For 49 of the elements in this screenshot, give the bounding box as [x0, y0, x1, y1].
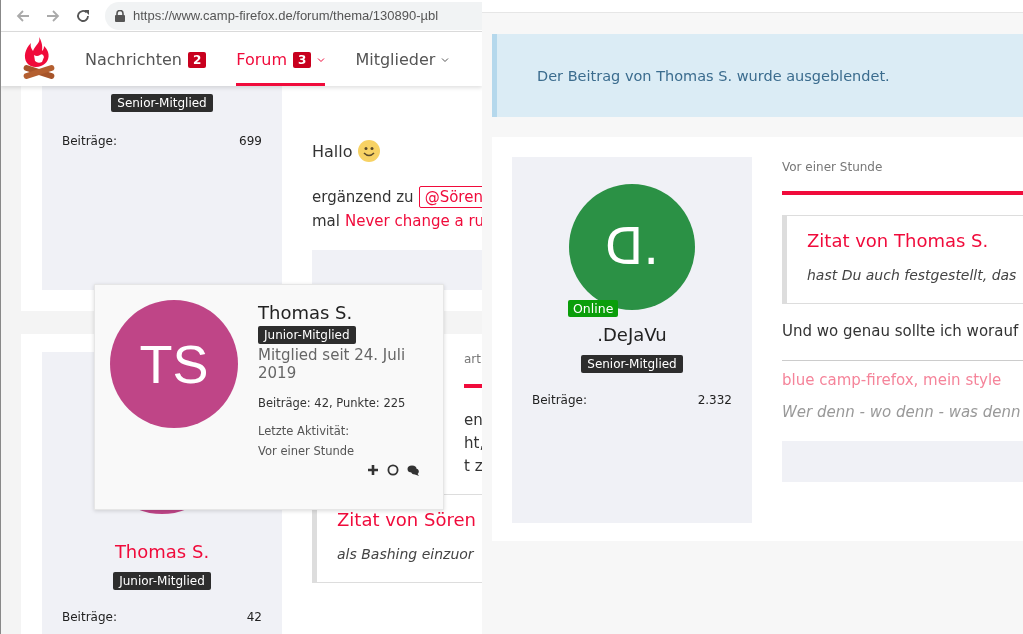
post-text: Hallo — [312, 141, 353, 161]
count-badge: 2 — [187, 51, 207, 68]
stat-label: Beiträge: — [62, 134, 117, 148]
stat-label: Beiträge: — [62, 610, 117, 624]
rank-label: Junior-Mitglied — [258, 326, 356, 344]
stat-value: 42 — [246, 610, 262, 624]
nav-tab[interactable]: Mitglieder — [355, 32, 450, 86]
circle-icon[interactable] — [387, 464, 399, 476]
back-icon — [15, 7, 31, 24]
quote-title: Zitat von Thomas S. — [807, 230, 990, 251]
reload-icon — [75, 7, 91, 24]
username[interactable]: Thomas S. — [114, 541, 210, 562]
activity-label: Letzte Aktivität: — [258, 424, 350, 438]
rank-label: Senior-Mitglied — [111, 94, 213, 112]
notice-text: Der Beitrag von Thomas S. wurde ausgeblendet. — [537, 67, 890, 84]
stat-label: Beiträge: — [532, 393, 587, 407]
post-text: ht, — [464, 433, 482, 454]
signature-text: blue camp-firefox, mein style — [782, 371, 1003, 389]
count-badge: 3 — [293, 51, 312, 68]
post-link[interactable]: Never change a ru — [345, 212, 482, 230]
nav-tab[interactable]: Nachrichten 2 — [85, 32, 207, 86]
quote-text: als Bashing einzuor — [337, 546, 475, 562]
online-badge: Online — [568, 300, 619, 317]
quote-text: hast Du auch festgestellt, das — [807, 267, 1018, 283]
rank-label: Senior-Mitglied — [581, 355, 683, 373]
lock-icon — [115, 9, 125, 22]
avatar: TS — [110, 300, 238, 428]
plus-icon[interactable] — [367, 464, 379, 476]
rank-label: Junior-Mitglied — [113, 572, 211, 590]
post-text: en — [464, 410, 482, 431]
smiley-icon — [357, 140, 380, 162]
post-text: t z — [464, 456, 482, 477]
stat-value: 2.332 — [697, 393, 732, 407]
signature-quote: Wer denn - wo denn - was denn — [782, 403, 1022, 421]
address-bar[interactable]: https://www.camp-firefox.de/forum/thema/130890-µbl — [105, 1, 482, 30]
post-text: Und wo genau sollte ich worauf — [782, 322, 1020, 340]
comments-icon[interactable] — [407, 464, 419, 476]
user-stats: Beiträge: 42, Punkte: 225 — [258, 396, 406, 410]
post-time: art — [464, 352, 481, 366]
activity-time: Vor einer Stunde — [258, 444, 355, 458]
forward-icon — [45, 7, 61, 24]
post-text: mal — [312, 212, 340, 230]
post-text: ergänzend zu — [312, 188, 414, 206]
quote-title: Zitat von Sören — [337, 509, 477, 530]
username[interactable]: Thomas S. — [258, 302, 353, 323]
post-time: Vor einer Stunde — [782, 160, 884, 174]
member-since: Mitglied seit 24. Juli 2019 — [258, 346, 407, 382]
username[interactable]: .DeJaVu — [597, 324, 667, 345]
stat-value: 699 — [239, 134, 262, 148]
